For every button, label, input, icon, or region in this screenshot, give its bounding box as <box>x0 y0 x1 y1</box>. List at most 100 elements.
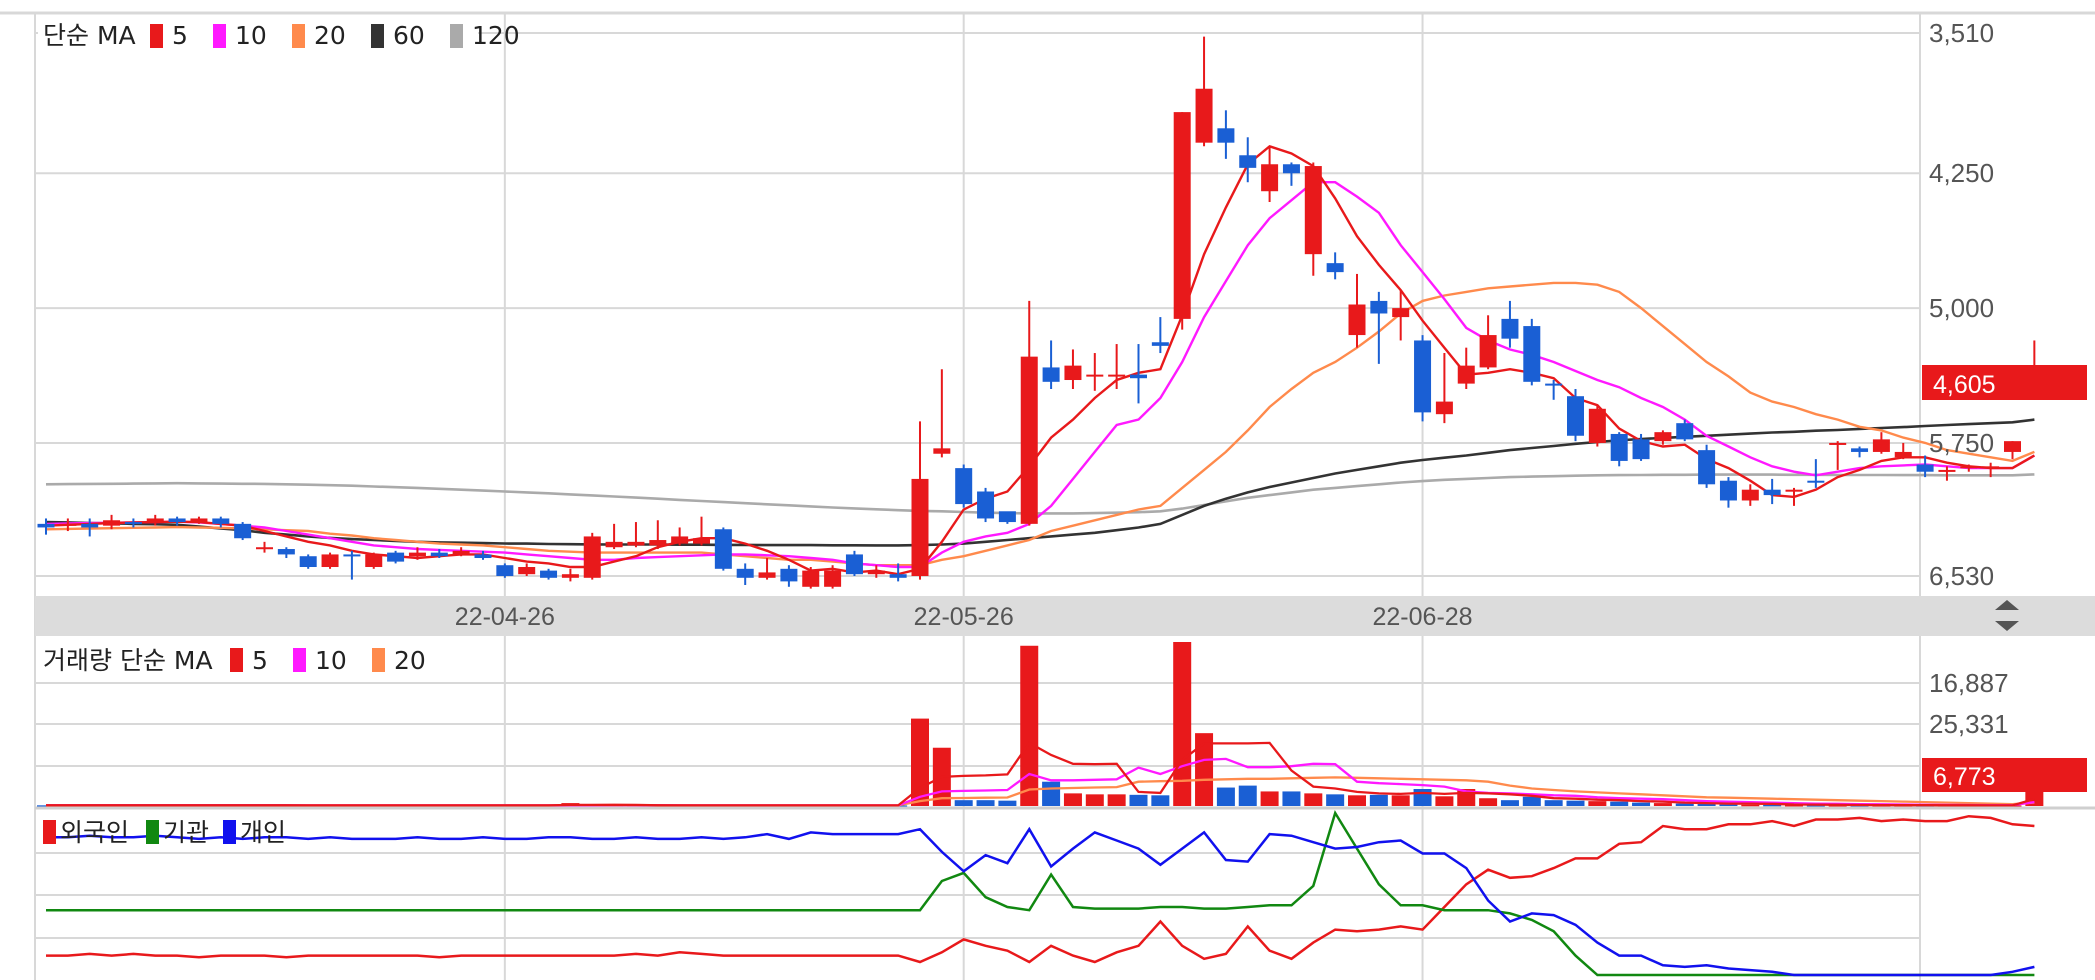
candle[interactable] <box>933 369 951 458</box>
candle[interactable] <box>780 565 798 587</box>
stock-chart[interactable]: 6,530 5,750 5,000 4,250 3,510 4,605 단순 MA 5 1… <box>0 0 2095 980</box>
candle-body <box>1719 480 1737 501</box>
candle-body <box>1960 466 1978 469</box>
candle[interactable] <box>365 552 383 569</box>
candle[interactable] <box>1610 432 1628 467</box>
volume-moving-averages <box>46 741 2035 807</box>
candle[interactable] <box>1042 340 1060 390</box>
candle[interactable] <box>1588 405 1606 447</box>
candle[interactable] <box>911 421 929 580</box>
price-candles[interactable] <box>37 36 2043 589</box>
candle-body <box>190 518 208 523</box>
candle[interactable] <box>540 568 558 580</box>
candle-body <box>365 554 383 568</box>
volume-gridlines <box>35 682 1920 767</box>
date-axis-bar[interactable]: 22-04-26 22-05-26 22-06-28 <box>35 596 2095 636</box>
volume-bar <box>1216 787 1235 806</box>
candle[interactable] <box>1086 353 1104 391</box>
volume-ma-5-swatch <box>230 648 243 672</box>
candle[interactable] <box>671 527 689 546</box>
candle[interactable] <box>583 532 601 580</box>
candle[interactable] <box>1304 162 1322 276</box>
candle[interactable] <box>1938 466 1956 481</box>
candle-body <box>1064 365 1082 381</box>
investor-legend-swatch <box>146 820 159 844</box>
candle[interactable] <box>1763 478 1781 505</box>
candle[interactable] <box>277 547 295 559</box>
candle-body <box>146 518 164 523</box>
candle[interactable] <box>845 550 863 576</box>
candle[interactable] <box>977 487 995 523</box>
candle-body <box>1676 423 1694 440</box>
ma-20-line <box>45 281 2035 567</box>
price-tick-label: 5,750 <box>1929 428 1994 458</box>
volume-tick-label: 25,331 <box>1929 709 2009 739</box>
volume-bar <box>1151 795 1170 806</box>
candle[interactable] <box>1173 112 1191 330</box>
candle[interactable] <box>299 554 317 569</box>
candle-body <box>1173 112 1191 319</box>
candle[interactable] <box>518 563 536 576</box>
candle-body <box>2004 441 2021 452</box>
candle-body <box>1130 374 1147 379</box>
candle[interactable] <box>1195 36 1213 147</box>
candle[interactable] <box>321 552 339 569</box>
candle-body <box>583 536 601 578</box>
candle[interactable] <box>1894 442 1912 460</box>
candle[interactable] <box>1020 300 1038 526</box>
candle[interactable] <box>1698 444 1716 488</box>
candle[interactable] <box>1435 353 1453 424</box>
volume-legend-items: 5 10 20 <box>230 646 426 675</box>
candle-body <box>1632 439 1650 460</box>
candle[interactable] <box>736 563 754 585</box>
candle[interactable] <box>1457 347 1475 390</box>
ma-120-swatch <box>450 24 463 48</box>
candle[interactable] <box>714 527 732 571</box>
candle-body <box>1938 469 1956 472</box>
volume-bar <box>1479 798 1498 806</box>
candle[interactable] <box>1261 146 1279 203</box>
investor-legend-swatch <box>223 820 236 844</box>
candle[interactable] <box>1719 477 1737 508</box>
candle[interactable] <box>1108 344 1126 390</box>
candle[interactable] <box>605 523 623 550</box>
candle-body <box>1479 335 1497 368</box>
candle[interactable] <box>2004 441 2021 460</box>
candle[interactable] <box>627 522 645 548</box>
candle[interactable] <box>124 518 142 528</box>
candle[interactable] <box>1479 315 1497 370</box>
candle[interactable] <box>1064 349 1082 390</box>
candle[interactable] <box>693 516 710 546</box>
candle-body <box>736 568 754 578</box>
candle[interactable] <box>81 518 99 537</box>
candle[interactable] <box>234 522 252 541</box>
candle[interactable] <box>1151 317 1169 354</box>
investor-panel[interactable]: 외국인 기관 개인 <box>35 809 2035 977</box>
candle[interactable] <box>212 516 230 528</box>
candle[interactable] <box>758 558 776 580</box>
candle[interactable] <box>561 568 579 582</box>
candle[interactable] <box>1217 110 1235 159</box>
candle[interactable] <box>256 541 273 553</box>
candle[interactable] <box>1523 318 1541 386</box>
candle[interactable] <box>1872 432 1890 454</box>
candle[interactable] <box>1567 389 1584 442</box>
candle[interactable] <box>649 520 667 550</box>
candle[interactable] <box>1741 484 1759 506</box>
candle-body <box>1654 432 1672 442</box>
candle[interactable] <box>1851 446 1869 458</box>
candle[interactable] <box>1326 252 1344 280</box>
volume-bar <box>1085 794 1104 806</box>
volume-tick-label: 16,887 <box>1929 668 2009 698</box>
candle[interactable] <box>496 563 514 578</box>
candle-body <box>933 448 951 454</box>
candle[interactable] <box>1829 441 1847 470</box>
candle[interactable] <box>387 550 405 564</box>
candle[interactable] <box>1414 335 1432 422</box>
candle[interactable] <box>1348 273 1366 348</box>
volume-bar <box>954 800 973 806</box>
candle[interactable] <box>998 511 1016 524</box>
candle[interactable] <box>955 464 973 508</box>
price-panel[interactable]: 6,530 5,750 5,000 4,250 3,510 4,605 단순 MA 5 1… <box>35 13 2087 980</box>
volume-panel[interactable]: 25,331 16,887 6,773 거래량 단순 MA 5 10 20 <box>35 640 2087 807</box>
